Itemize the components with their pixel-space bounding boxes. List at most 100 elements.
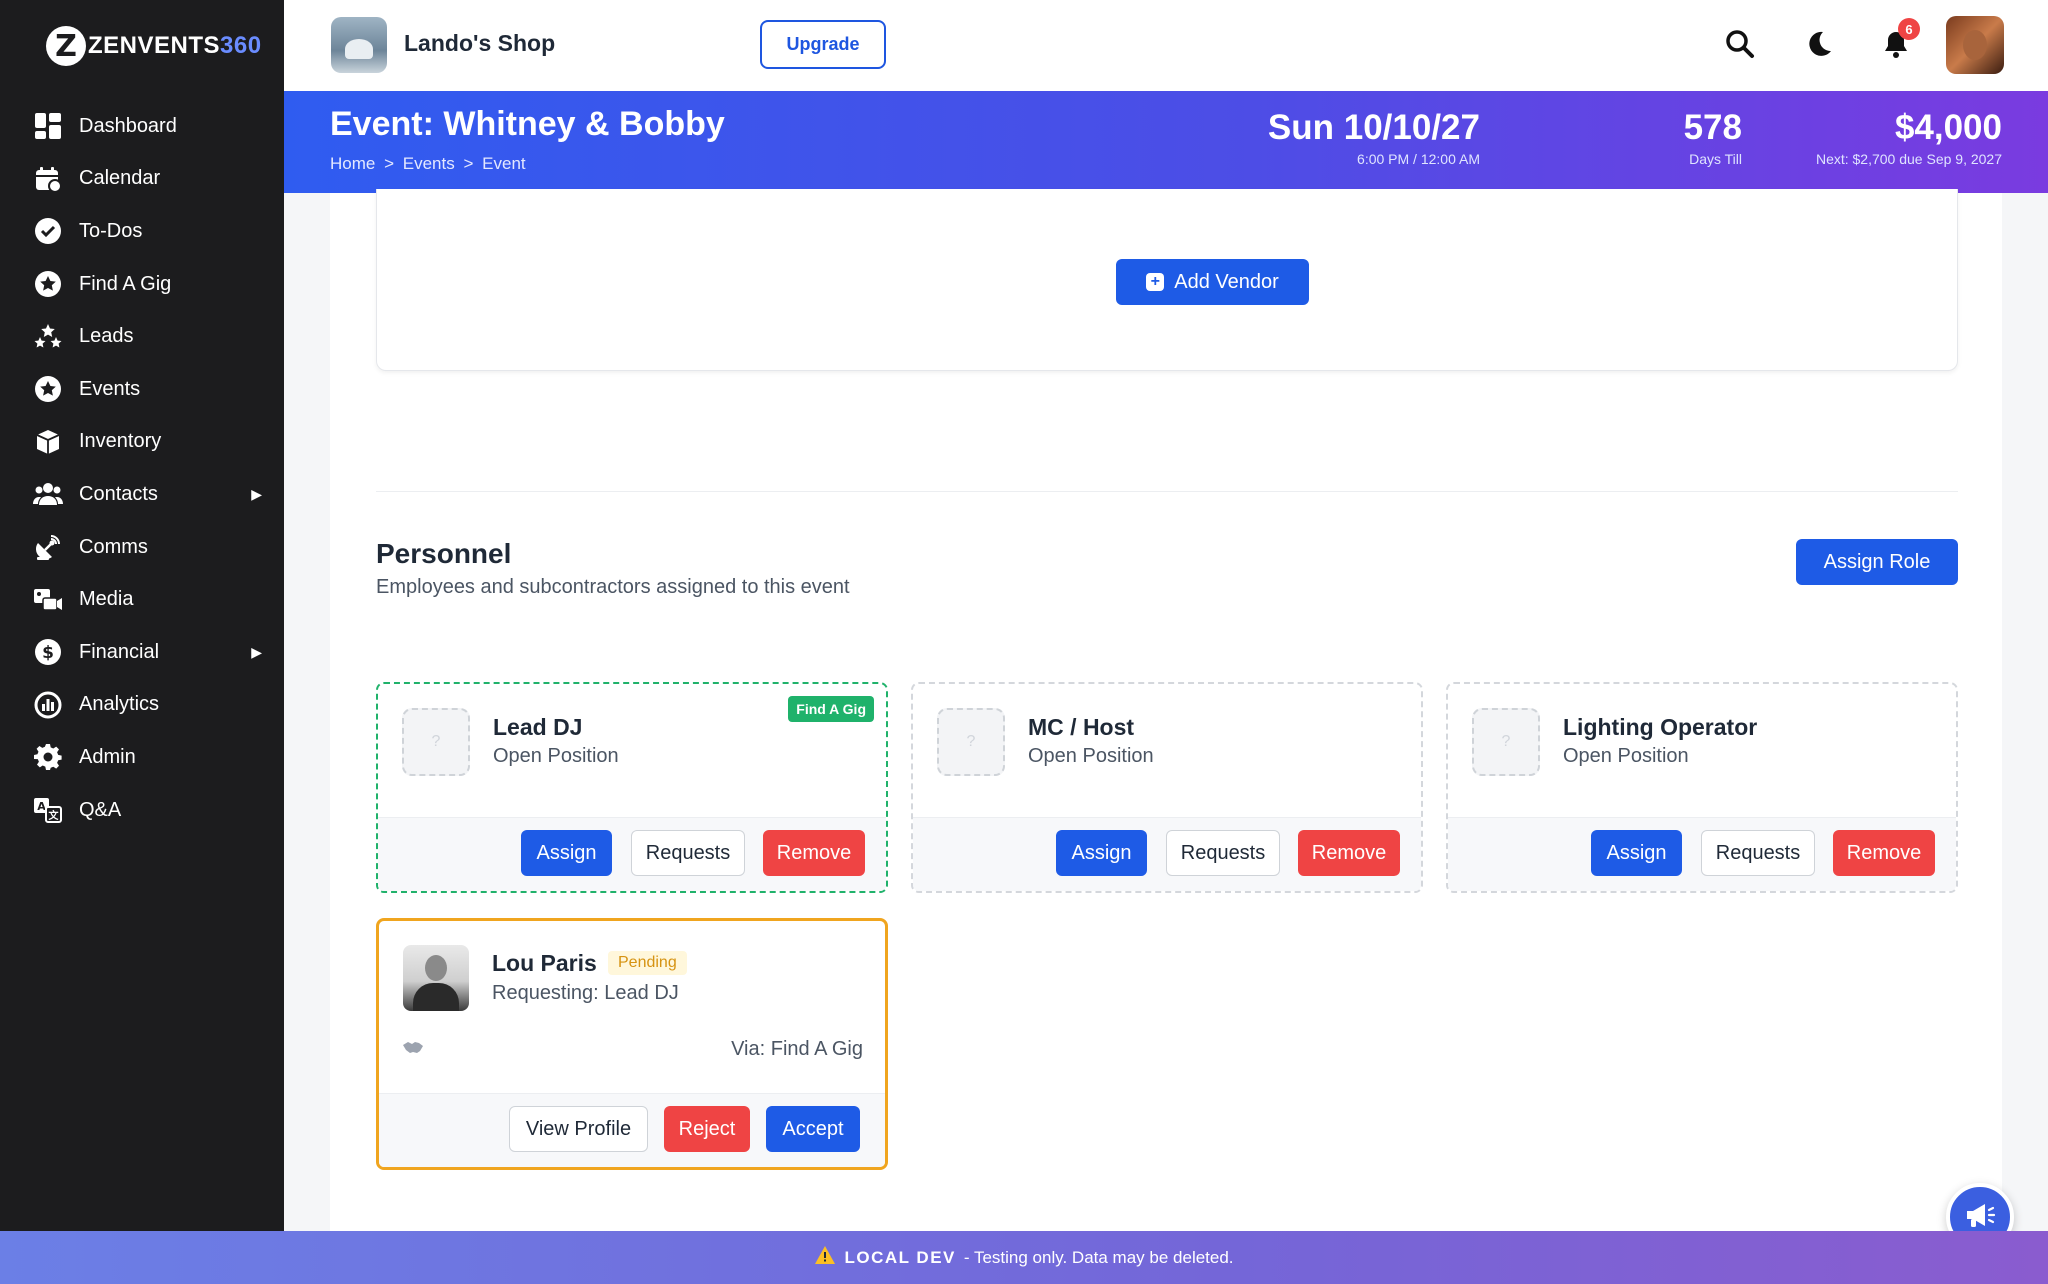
sidebar-item-todos[interactable]: To-Dos [0,205,284,258]
placeholder-avatar: ? [937,708,1005,776]
assign-role-button[interactable]: Assign Role [1796,539,1958,585]
sidebar-item-label: Leads [79,325,134,348]
sidebar-item-comms[interactable]: Comms [0,521,284,574]
remove-button[interactable]: Remove [1833,830,1935,876]
svg-text:文: 文 [49,809,60,822]
role-status: Open Position [1563,745,1689,767]
shop-thumbnail[interactable] [331,17,387,73]
sidebar-item-label: Calendar [79,167,161,190]
sidebar-item-calendar[interactable]: Calendar [0,153,284,206]
users-icon [33,479,63,509]
role-card-footer: Assign Requests Remove [913,817,1421,891]
bell-icon[interactable]: 6 [1876,18,1920,64]
sidebar-item-admin[interactable]: Admin [0,731,284,784]
dev-label: LOCAL DEV [844,1247,956,1267]
breadcrumb-home[interactable]: Home [330,154,375,173]
logo[interactable]: Z ZENVENTS360 [0,0,284,92]
top-bar: Lando's Shop Upgrade 6 [284,0,2048,91]
sidebar-item-label: Inventory [79,430,162,453]
accept-button[interactable]: Accept [766,1106,860,1152]
breadcrumb-separator: > [463,154,474,173]
dark-mode-moon-icon[interactable] [1798,24,1838,64]
days-till-value: 578 [1683,108,1742,147]
personnel-title: Personnel [376,538,512,569]
sidebar-item-events[interactable]: Events [0,363,284,416]
sidebar-item-label: Analytics [79,693,160,716]
breadcrumb-events[interactable]: Events [403,154,455,173]
role-card-footer: Assign Requests Remove [378,817,886,891]
svg-text:$: $ [42,643,54,663]
gear-icon [33,742,63,772]
requests-button[interactable]: Requests [1701,830,1815,876]
breadcrumb: Home > Events > Event [330,154,530,174]
requesting-role: Requesting: Lead DJ [492,982,679,1004]
event-time: 6:00 PM / 12:00 AM [1357,150,1480,167]
event-amount: $4,000 [1894,108,2002,147]
reject-button[interactable]: Reject [664,1106,750,1152]
translate-icon: A文 [33,795,63,825]
sidebar-item-label: Events [79,377,141,400]
upgrade-button[interactable]: Upgrade [760,20,886,69]
view-profile-button[interactable]: View Profile [509,1106,648,1152]
warning-icon [814,1245,836,1270]
check-circle-icon [33,216,63,246]
sidebar-item-label: Contacts [79,482,158,505]
sidebar-item-analytics[interactable]: Analytics [0,679,284,732]
sidebar-item-media[interactable]: Media [0,573,284,626]
assign-button[interactable]: Assign [1056,830,1147,876]
request-card-footer: View Profile Reject Accept [379,1093,885,1167]
notification-count-badge: 6 [1898,18,1920,40]
event-title: Event: Whitney & Bobby [330,105,725,143]
star-circle-icon [33,269,63,299]
role-card-lead-dj: ? Lead DJ Open Position Find A Gig Assig… [376,682,888,893]
logo-text: ZENVENTS360 [88,32,262,59]
add-vendor-button[interactable]: + Add Vendor [1116,259,1309,305]
logo-badge: Z [46,26,86,66]
placeholder-avatar: ? [1472,708,1540,776]
sidebar-item-label: Q&A [79,798,122,821]
sidebar-item-qa[interactable]: A文 Q&A [0,784,284,837]
role-status: Open Position [493,745,619,767]
breadcrumb-separator: > [384,154,395,173]
requests-button[interactable]: Requests [1166,830,1280,876]
role-status: Open Position [1028,745,1154,767]
sidebar-item-leads[interactable]: Leads [0,310,284,363]
svg-text:A: A [37,800,46,813]
sidebar-item-inventory[interactable]: Inventory [0,416,284,469]
sidebar-item-financial[interactable]: $ Financial ▶ [0,626,284,679]
days-till-stat: 578 Days Till [1683,108,1742,166]
sidebar-item-contacts[interactable]: Contacts ▶ [0,468,284,521]
sidebar-nav: Dashboard Calendar To-Dos Find A Gig Lea… [0,100,284,836]
shop-name[interactable]: Lando's Shop [404,30,555,57]
sidebar-item-dashboard[interactable]: Dashboard [0,100,284,153]
analytics-icon [33,690,63,720]
role-card-mc-host: ? MC / Host Open Position Assign Request… [911,682,1423,893]
remove-button[interactable]: Remove [763,830,865,876]
role-name: Lighting Operator [1563,714,1758,740]
megaphone-icon [1964,1201,1996,1234]
sidebar-item-label: Financial [79,640,160,663]
breadcrumb-event: Event [482,154,526,173]
requests-button[interactable]: Requests [631,830,745,876]
person-name: Lou Paris [492,950,597,976]
sidebar-item-label: To-Dos [79,219,143,242]
assign-button[interactable]: Assign [521,830,612,876]
section-divider [376,491,1958,492]
dollar-icon: $ [33,637,63,667]
role-card-lighting-operator: ? Lighting Operator Open Position Assign… [1446,682,1958,893]
search-icon[interactable] [1720,24,1760,64]
sidebar-item-label: Admin [79,745,136,768]
pending-status-badge: Pending [608,951,687,975]
request-source: Via: Find A Gig [731,1038,863,1060]
user-avatar[interactable] [1946,16,2004,74]
person-avatar [403,945,469,1011]
remove-button[interactable]: Remove [1298,830,1400,876]
media-icon [33,585,63,615]
role-name: MC / Host [1028,714,1135,740]
assign-button[interactable]: Assign [1591,830,1682,876]
calendar-icon [33,164,63,194]
sidebar-item-label: Media [79,588,134,611]
sidebar-item-find-a-gig[interactable]: Find A Gig [0,258,284,311]
sidebar-item-label: Dashboard [79,114,177,137]
find-a-gig-tag: Find A Gig [788,696,874,722]
